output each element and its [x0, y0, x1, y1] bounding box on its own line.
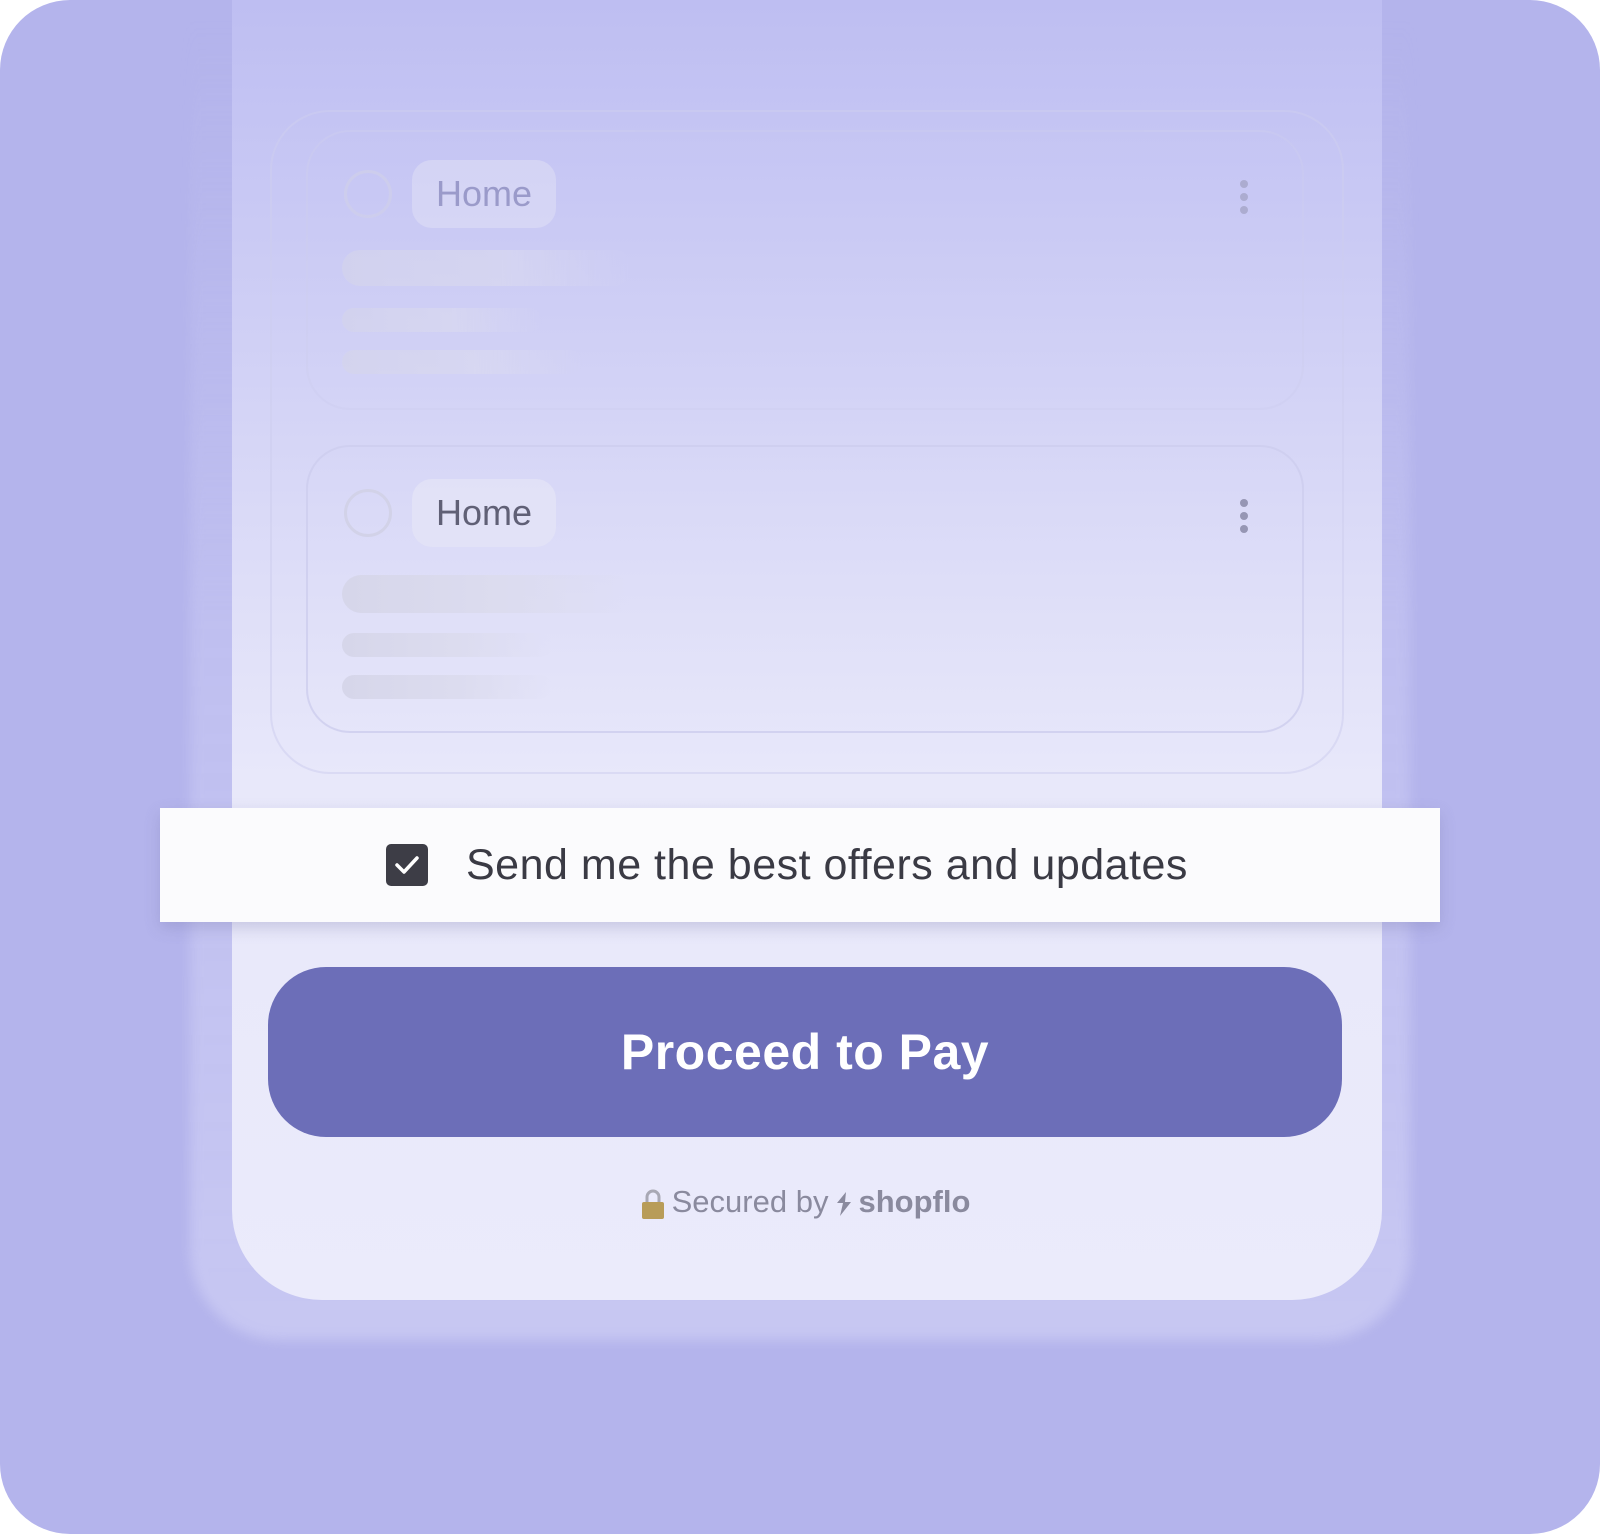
address-type-tag: Home	[412, 160, 557, 228]
address-card[interactable]: Home	[306, 445, 1304, 733]
address-name-placeholder	[342, 250, 632, 286]
address-line-placeholder	[342, 308, 542, 332]
shopflo-brand: shopflo	[834, 1184, 970, 1220]
marketing-optin-row: Send me the best offers and updates	[160, 808, 1440, 922]
checkmark-icon	[395, 856, 419, 874]
shopflo-logo-icon	[834, 1189, 854, 1216]
address-line-placeholder	[342, 350, 582, 374]
lock-icon	[640, 1188, 666, 1220]
background-frame: Home Home Send me the best offers and up…	[0, 0, 1600, 1534]
address-radio[interactable]	[344, 170, 392, 218]
proceed-to-pay-button[interactable]: Proceed to Pay	[268, 967, 1342, 1137]
address-type-tag: Home	[412, 479, 557, 547]
address-line-placeholder	[342, 675, 552, 699]
more-options-icon[interactable]	[1238, 180, 1250, 214]
more-options-icon[interactable]	[1238, 499, 1250, 533]
address-radio[interactable]	[344, 489, 392, 537]
address-line-placeholder	[342, 633, 552, 657]
shopflo-brand-name: shopflo	[858, 1184, 971, 1219]
optin-checkbox[interactable]	[386, 844, 428, 886]
address-name-placeholder	[342, 575, 632, 613]
optin-label: Send me the best offers and updates	[466, 841, 1188, 889]
secured-by-text: Secured by	[671, 1184, 829, 1219]
secured-by-footer: Secured by shopflo	[0, 1184, 1600, 1220]
address-card[interactable]: Home	[306, 130, 1304, 410]
